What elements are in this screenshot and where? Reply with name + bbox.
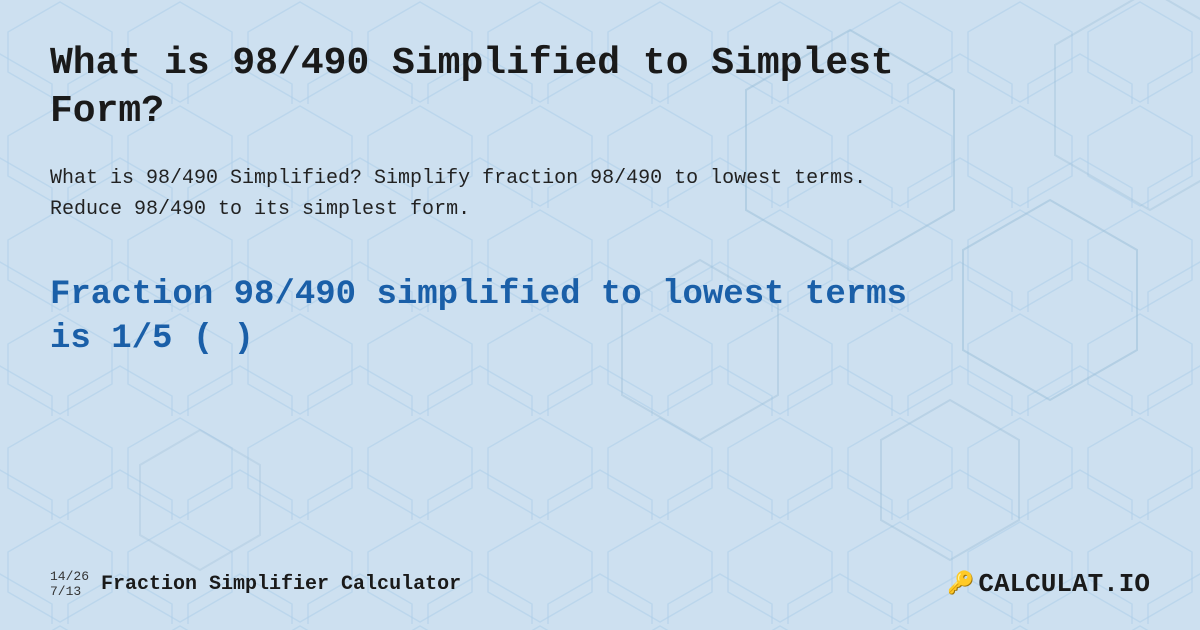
result-text: Fraction 98/490 simplified to lowest ter… — [50, 273, 950, 361]
result-section: Fraction 98/490 simplified to lowest ter… — [50, 273, 1150, 361]
footer-fraction-top: 14/26 — [50, 569, 89, 585]
logo-icon: 🔑 — [947, 571, 974, 597]
footer: 14/26 7/13 Fraction Simplifier Calculato… — [50, 559, 1150, 600]
footer-brand-label: Fraction Simplifier Calculator — [101, 573, 461, 596]
footer-fraction-container: 14/26 7/13 — [50, 569, 89, 600]
content-wrapper: What is 98/490 Simplified to Simplest Fo… — [0, 0, 1200, 630]
page-title: What is 98/490 Simplified to Simplest Fo… — [50, 40, 950, 135]
footer-logo: 🔑 CALCULAT.IO — [947, 569, 1150, 599]
footer-fraction-bottom: 7/13 — [50, 584, 81, 600]
footer-brand: 14/26 7/13 Fraction Simplifier Calculato… — [50, 569, 461, 600]
logo-text: CALCULAT.IO — [978, 569, 1150, 599]
description-text: What is 98/490 Simplified? Simplify frac… — [50, 163, 870, 225]
main-content: What is 98/490 Simplified to Simplest Fo… — [50, 40, 1150, 559]
